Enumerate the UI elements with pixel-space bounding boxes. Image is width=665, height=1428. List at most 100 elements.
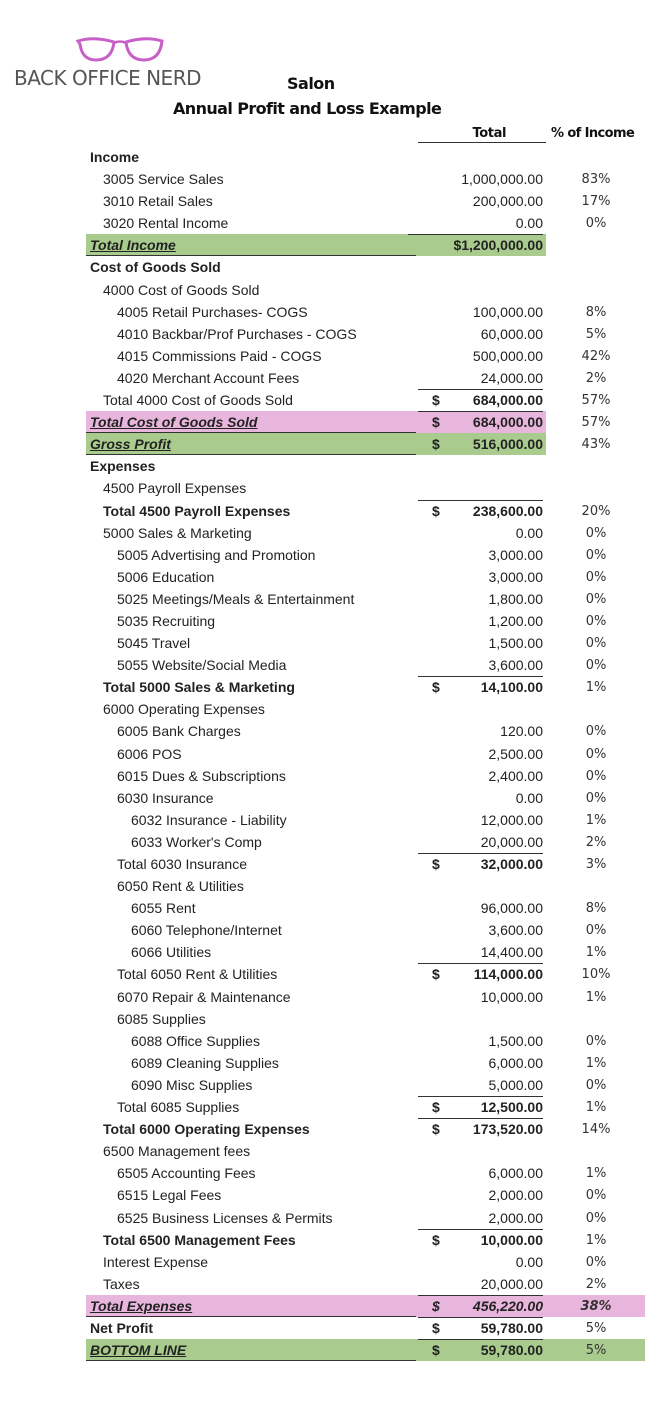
row-label: 4000 Cost of Goods Sold	[103, 281, 260, 298]
row-amount: 516,000.00	[472, 436, 543, 453]
row-percent: 0%	[585, 1033, 607, 1049]
row-amount: 20,000.00	[480, 1275, 543, 1292]
row-label: Taxes	[103, 1275, 140, 1292]
column-header-total: Total	[418, 126, 546, 143]
row-label: 6000 Operating Expenses	[103, 701, 265, 718]
row-amount: 0.00	[515, 789, 543, 806]
row-label: 5035 Recruiting	[117, 612, 216, 629]
row-percent: 17%	[581, 194, 611, 210]
table-row: 4500 Payroll Expenses	[88, 477, 648, 499]
row-label: 6005 Bank Charges	[117, 723, 241, 740]
row-label: 6085 Supplies	[117, 1010, 206, 1027]
row-label: Total Expenses	[90, 1297, 193, 1314]
row-label: 6032 Insurance - Liability	[131, 811, 287, 828]
row-percent: 5%	[585, 1320, 607, 1336]
row-amount: 0.00	[515, 1253, 543, 1270]
row-label: BOTTOM LINE	[90, 1342, 187, 1359]
row-amount: 120.00	[500, 723, 543, 740]
row-amount: 200,000.00	[472, 193, 543, 210]
row-amount: 12,500.00	[418, 1096, 543, 1118]
column-header-pct: % of Income	[551, 126, 635, 141]
row-percent: 0%	[585, 790, 607, 806]
row-label: 6015 Dues & Subscriptions	[117, 767, 286, 784]
row-percent: 0%	[585, 1077, 607, 1093]
table-row: Total Income $1,200,000.00	[86, 234, 648, 257]
row-amount: 2,000.00	[488, 1187, 544, 1204]
row-percent: 42%	[581, 348, 611, 364]
row-label: Total 5000 Sales & Marketing	[103, 679, 295, 696]
row-label: 6089 Cleaning Supplies	[131, 1054, 279, 1071]
table-row: 6050 Rent & Utilities	[88, 875, 648, 897]
table-row: Total 4500 Payroll Expenses $238,600.00 20…	[88, 499, 648, 522]
row-label: Gross Profit	[90, 436, 171, 453]
row-label: 3020 Rental Income	[103, 215, 229, 232]
table-row: Total 6030 Insurance $32,000.00 3%	[88, 853, 648, 875]
table-row: Expenses	[88, 455, 648, 477]
table-row: 6088 Office Supplies 1,500.00 0%	[88, 1030, 648, 1052]
row-percent: 5%	[585, 326, 607, 342]
table-row: Taxes 20,000.00 2%	[88, 1273, 648, 1295]
table-row: Interest Expense 0.00 0%	[88, 1251, 648, 1273]
table-row: 3020 Rental Income 0.00 0%	[88, 212, 648, 234]
row-percent: 0%	[585, 216, 607, 232]
table-row: 5000 Sales & Marketing 0.00 0%	[88, 522, 648, 544]
row-amount: 2,400.00	[488, 767, 544, 784]
row-percent: 1%	[585, 945, 607, 961]
row-label: 6090 Misc Supplies	[131, 1076, 253, 1093]
row-percent: 0%	[585, 1210, 607, 1226]
table-row: 5045 Travel 1,500.00 0%	[88, 632, 648, 654]
row-label: 6525 Business Licenses & Permits	[117, 1209, 333, 1226]
row-amount: 6,000.00	[488, 1165, 544, 1182]
row-amount: 10,000.00	[480, 988, 543, 1005]
table-row: 4010 Backbar/Prof Purchases - COGS 60,000…	[88, 323, 648, 345]
row-label: 4500 Payroll Expenses	[103, 480, 247, 497]
row-amount: 12,000.00	[480, 811, 543, 828]
row-label: 4015 Commissions Paid - COGS	[117, 347, 322, 364]
row-percent: 8%	[585, 901, 607, 917]
row-percent: 0%	[585, 768, 607, 784]
row-label: 5000 Sales & Marketing	[103, 524, 252, 541]
row-label: Expenses	[90, 458, 156, 475]
table-row: Total Expenses $456,220.00 38%	[86, 1294, 648, 1317]
row-amount: 114,000.00	[418, 963, 543, 985]
table-row: Total 6050 Rent & Utilities $114,000.00 10…	[88, 963, 648, 985]
report-subtitle: Annual Profit and Loss Example	[173, 99, 442, 118]
table-row: 6033 Worker's Comp 20,000.00 2%	[88, 831, 648, 853]
brand-name: BACK OFFICE NERD	[14, 66, 202, 90]
row-label: Income	[90, 149, 140, 165]
table-row: 5006 Education 3,000.00 0%	[88, 566, 648, 588]
row-amount: 10,000.00	[418, 1228, 543, 1251]
row-label: 6055 Rent	[131, 900, 196, 917]
row-amount: 1,800.00	[488, 590, 544, 607]
table-row: 3005 Service Sales 1,000,000.00 83%	[88, 168, 648, 190]
row-amount: 20,000.00	[480, 833, 543, 850]
cat-eye-glasses-icon	[75, 37, 164, 62]
row-amount: 14,100.00	[418, 676, 543, 698]
row-label: 6050 Rent & Utilities	[117, 878, 244, 895]
row-label: 6505 Accounting Fees	[117, 1165, 256, 1182]
row-label: Total 6500 Management Fees	[103, 1231, 296, 1248]
row-label: 6088 Office Supplies	[131, 1032, 260, 1049]
row-label: 6070 Repair & Maintenance	[117, 988, 291, 1005]
row-amount: 3,000.00	[488, 568, 544, 585]
row-percent: 0%	[585, 547, 607, 563]
table-row: 5025 Meetings/Meals & Entertainment 1,800…	[88, 588, 648, 610]
row-label: 6060 Telephone/Internet	[131, 922, 282, 939]
row-percent: 1%	[585, 1055, 607, 1071]
row-label: 5045 Travel	[117, 635, 191, 652]
row-percent: 0%	[585, 746, 607, 762]
row-amount: 5,000.00	[488, 1076, 544, 1093]
table-row: 6500 Management fees	[88, 1140, 648, 1162]
row-label: Net Profit	[90, 1319, 153, 1336]
row-percent: 38%	[580, 1298, 612, 1314]
row-amount: 60,000.00	[480, 325, 543, 342]
table-row: 4015 Commissions Paid - COGS 500,000.00 42…	[88, 345, 648, 367]
table-row: 3010 Retail Sales 200,000.00 17%	[88, 190, 648, 212]
table-row: 6006 POS 2,500.00 0%	[88, 743, 648, 765]
row-percent: 0%	[585, 613, 607, 629]
row-amount: 59,780.00	[418, 1316, 543, 1339]
row-amount: 32,000.00	[418, 853, 543, 875]
row-label: 6006 POS	[117, 745, 182, 762]
row-amount: 2,000.00	[488, 1209, 544, 1226]
row-percent: 14%	[581, 1122, 611, 1138]
